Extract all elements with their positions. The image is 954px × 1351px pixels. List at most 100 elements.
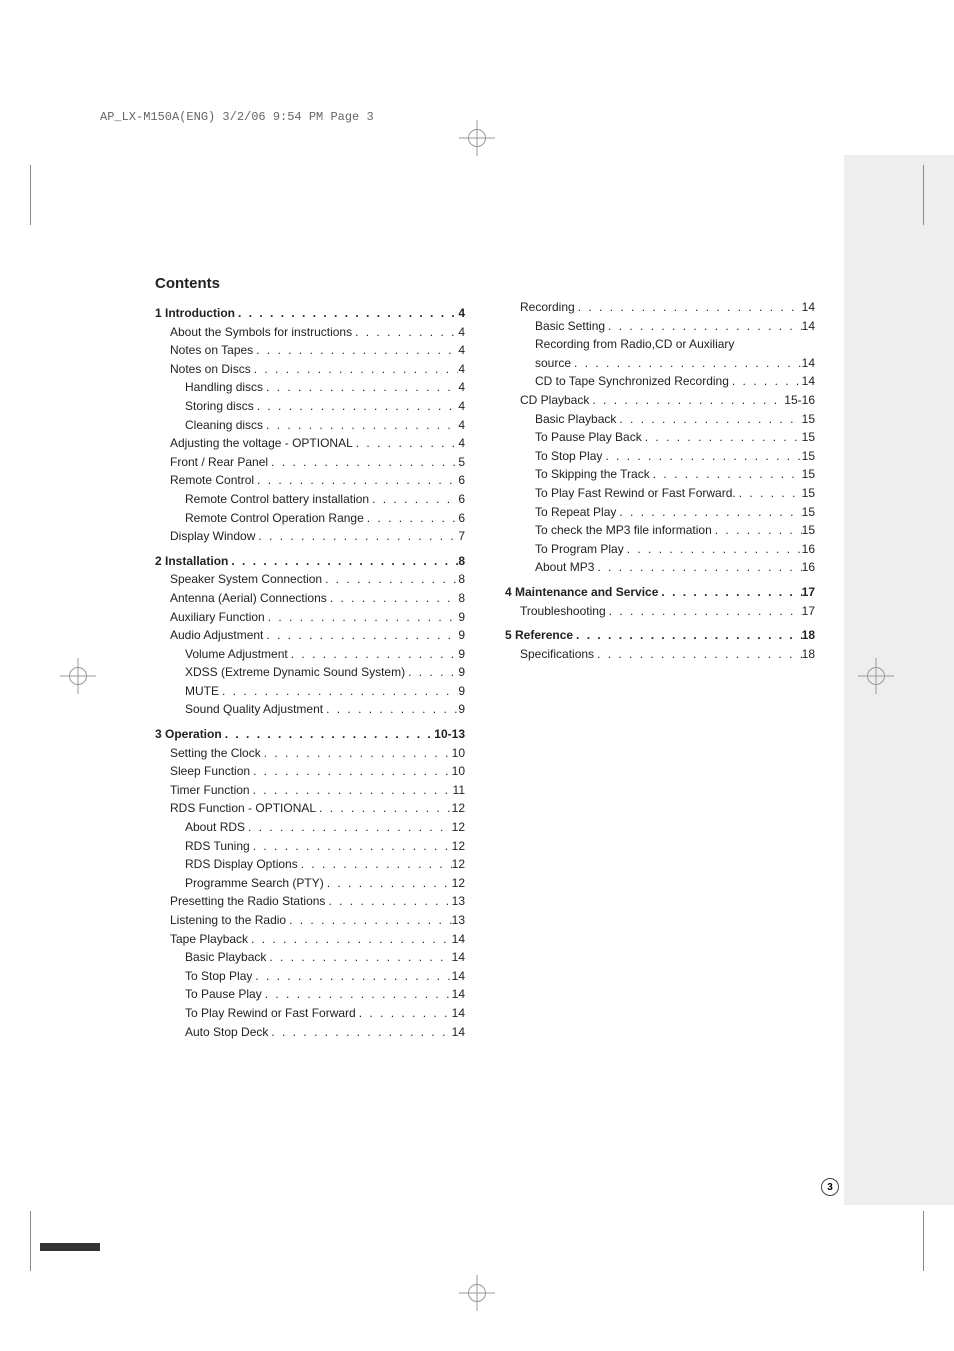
toc-dots — [324, 874, 452, 893]
toc-page: 14 — [802, 372, 815, 391]
toc-label: To Pause Play Back — [535, 428, 642, 447]
toc-page: 12 — [452, 837, 465, 856]
toc-dots — [254, 397, 459, 416]
toc-label: XDSS (Extreme Dynamic Sound System) — [185, 663, 405, 682]
toc-page: 15 — [802, 465, 815, 484]
toc-page: 14 — [452, 948, 465, 967]
toc-label: Specifications — [520, 645, 594, 664]
toc-section: 1 Introduction4 — [155, 304, 465, 323]
toc-line: Remote Control Operation Range6 — [155, 509, 465, 528]
toc-section-label: 3 Operation — [155, 725, 222, 744]
toc-dots — [253, 341, 458, 360]
toc-line: Remote Control6 — [155, 471, 465, 490]
toc-page: 14 — [802, 298, 815, 317]
toc-page: 16 — [802, 540, 815, 559]
toc-line: Troubleshooting 17 — [505, 602, 815, 621]
toc-label: To Stop Play — [535, 447, 602, 466]
toc-dots — [262, 985, 452, 1004]
toc-dots — [736, 484, 802, 503]
toc-page: 14 — [802, 354, 815, 373]
toc-line: To Stop Play14 — [155, 967, 465, 986]
toc-line: To Play Rewind or Fast Forward 14 — [155, 1004, 465, 1023]
toc-line: To Play Fast Rewind or Fast Forward.15 — [505, 484, 815, 503]
toc-page: 4 — [458, 304, 465, 323]
toc-line: Cleaning discs4 — [155, 416, 465, 435]
toc-line: MUTE9 — [155, 682, 465, 701]
toc-page: 9 — [458, 682, 465, 701]
toc-label: About the Symbols for instructions — [170, 323, 352, 342]
toc-page: 14 — [452, 1004, 465, 1023]
toc-dots — [594, 645, 802, 664]
toc-line: Recording 14 — [505, 298, 815, 317]
toc-label: Cleaning discs — [185, 416, 263, 435]
toc-dots — [222, 725, 435, 744]
toc-dots — [316, 799, 452, 818]
registration-mark — [60, 658, 96, 694]
toc-line: RDS Tuning 12 — [155, 837, 465, 856]
toc-line: To Stop Play15 — [505, 447, 815, 466]
toc-dots — [255, 527, 458, 546]
toc-dots — [250, 762, 452, 781]
toc-label: Recording — [520, 298, 575, 317]
toc-columns: 1 Introduction4About the Symbols for ins… — [155, 298, 815, 1041]
toc-dots — [254, 471, 458, 490]
toc-page: 10-13 — [434, 725, 465, 744]
toc-line: Notes on Discs4 — [155, 360, 465, 379]
toc-dots — [589, 391, 784, 410]
toc-label: CD Playback — [520, 391, 589, 410]
toc-label: Basic Playback — [535, 410, 616, 429]
toc-line: Remote Control battery installation6 — [155, 490, 465, 509]
toc-label: Basic Playback — [185, 948, 266, 967]
toc-line: Antenna (Aerial) Connections8 — [155, 589, 465, 608]
registration-mark — [858, 658, 894, 694]
toc-page: 17 — [802, 602, 815, 621]
toc-label: Sound Quality Adjustment — [185, 700, 323, 719]
toc-label: RDS Tuning — [185, 837, 250, 856]
toc-section: 4 Maintenance and Service17 — [505, 583, 815, 602]
toc-label: Speaker System Connection — [170, 570, 322, 589]
toc-page: 11 — [453, 781, 465, 800]
toc-dots — [364, 509, 459, 528]
toc-label: To check the MP3 file information — [535, 521, 712, 540]
toc-dots — [405, 663, 458, 682]
toc-dots — [369, 490, 458, 509]
print-bar — [40, 1243, 100, 1251]
page-number: 3 — [821, 1178, 839, 1196]
crop-mark — [30, 165, 50, 225]
toc-label: Programme Search (PTY) — [185, 874, 324, 893]
toc-line: Volume Adjustment 9 — [155, 645, 465, 664]
toc-line: Adjusting the voltage - OPTIONAL4 — [155, 434, 465, 453]
toc-page: 8 — [458, 552, 465, 571]
toc-label: To Play Rewind or Fast Forward — [185, 1004, 356, 1023]
toc-page: 9 — [458, 645, 465, 664]
toc-dots — [228, 552, 458, 571]
toc-label: Volume Adjustment — [185, 645, 288, 664]
toc-page: 12 — [452, 799, 465, 818]
toc-label: To Repeat Play — [535, 503, 616, 522]
toc-label: CD to Tape Synchronized Recording — [535, 372, 729, 391]
toc-dots — [642, 428, 802, 447]
toc-dots — [650, 465, 802, 484]
toc-page: 14 — [452, 1023, 465, 1042]
toc-label: RDS Display Options — [185, 855, 298, 874]
toc-line: Programme Search (PTY) 12 — [155, 874, 465, 893]
toc-page: 12 — [452, 855, 465, 874]
toc-label: Front / Rear Panel — [170, 453, 268, 472]
toc-dots — [573, 626, 802, 645]
toc-page: 12 — [452, 874, 465, 893]
toc-page: 13 — [452, 911, 465, 930]
toc-page: 8 — [458, 589, 465, 608]
toc-dots — [624, 540, 802, 559]
toc-line: Audio Adjustment9 — [155, 626, 465, 645]
toc-line: Sleep Function10 — [155, 762, 465, 781]
toc-line: To Pause Play Back15 — [505, 428, 815, 447]
toc-label: Troubleshooting — [520, 602, 606, 621]
toc-dots — [353, 434, 459, 453]
page: AP_LX-M150A(ENG) 3/2/06 9:54 PM Page 3 C… — [0, 0, 954, 1351]
toc-dots — [729, 372, 802, 391]
toc-line: Auxiliary Function9 — [155, 608, 465, 627]
toc-line: To Repeat Play15 — [505, 503, 815, 522]
toc-dots — [571, 354, 802, 373]
toc-label: Setting the Clock — [170, 744, 261, 763]
toc-page: 4 — [458, 360, 465, 379]
